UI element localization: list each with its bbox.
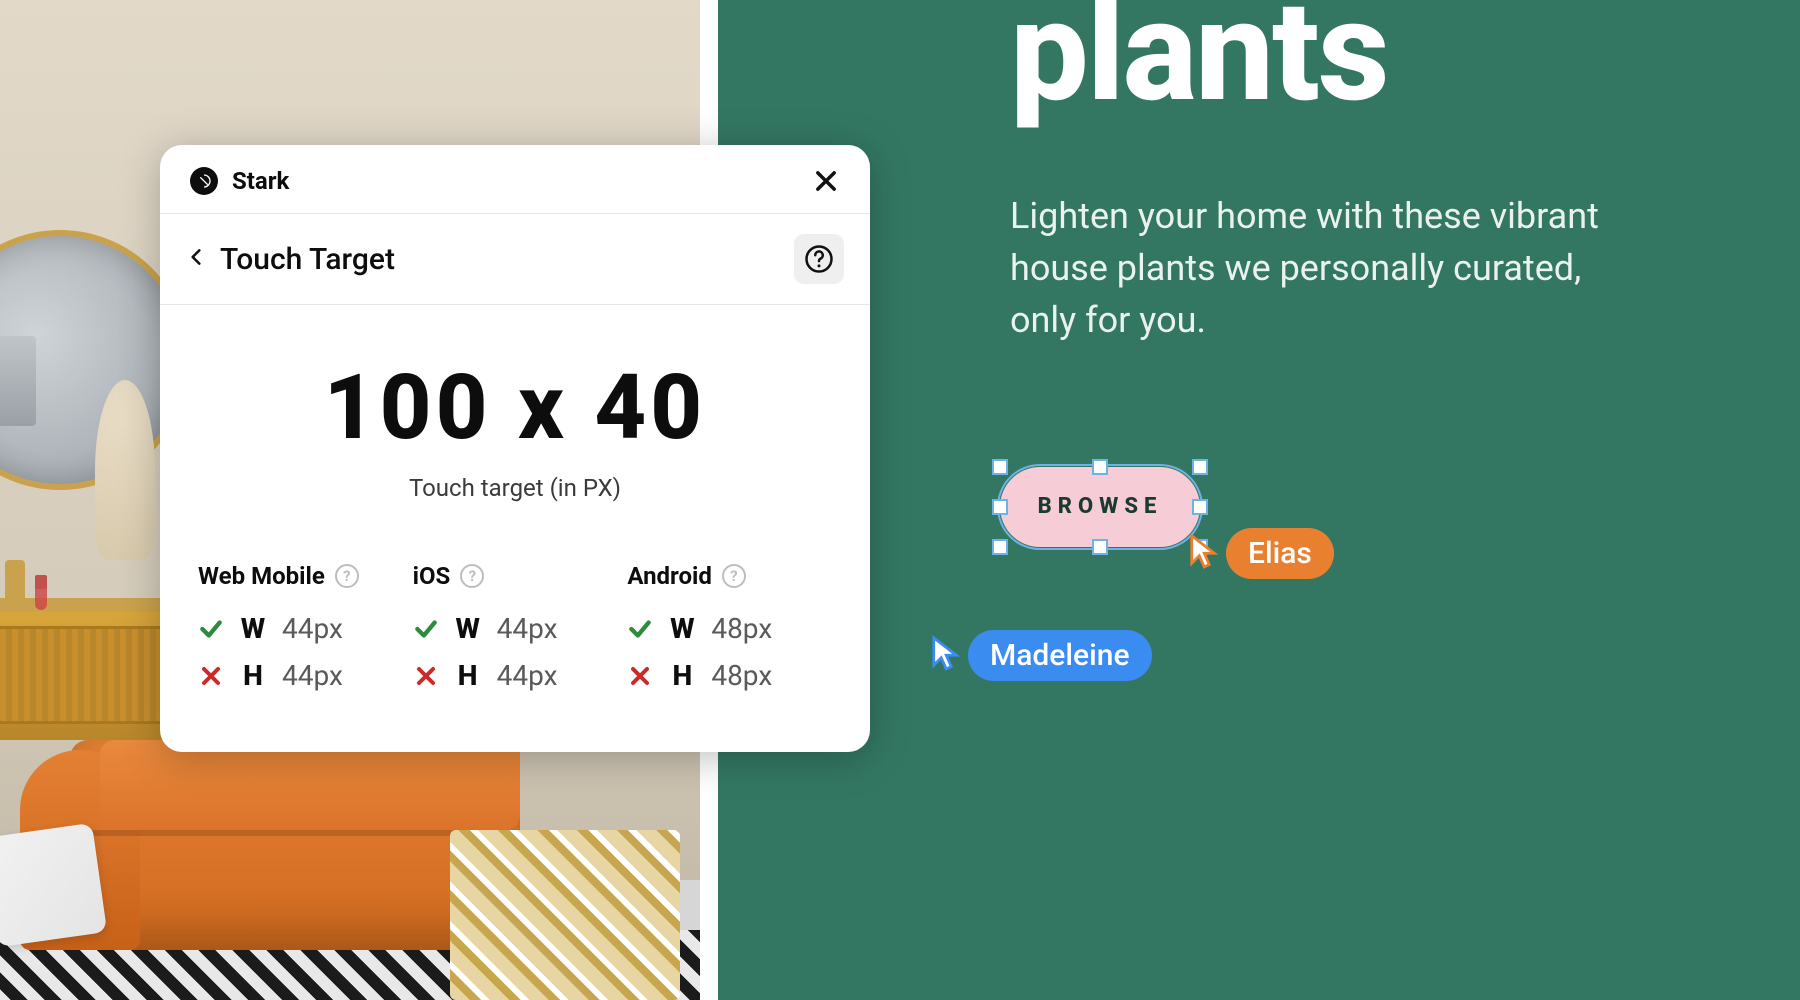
breadcrumb[interactable]: Touch Target	[186, 242, 395, 277]
browse-button[interactable]: BROWSE	[1000, 467, 1200, 547]
dialog-brand: Stark	[190, 167, 289, 195]
collaborator-cursor-elias: Elias	[1188, 528, 1334, 579]
help-icon[interactable]: ?	[335, 564, 359, 588]
hero-title: plants	[1010, 0, 1388, 134]
pillow	[0, 823, 107, 947]
browse-button-selection[interactable]: BROWSE	[1000, 467, 1200, 547]
height-label: H	[667, 659, 697, 692]
resize-handle-mid-left[interactable]	[992, 499, 1008, 515]
height-row: H 48px	[627, 659, 832, 692]
resize-handle-bottom-left[interactable]	[992, 539, 1008, 555]
resize-handle-top-left[interactable]	[992, 459, 1008, 475]
side-table	[450, 830, 680, 1000]
cursor-arrow-icon	[1188, 533, 1218, 575]
resize-handle-top-right[interactable]	[1192, 459, 1208, 475]
close-button[interactable]	[812, 167, 840, 195]
cursor-arrow-icon	[930, 635, 960, 677]
help-icon[interactable]: ?	[460, 564, 484, 588]
help-icon[interactable]: ?	[722, 564, 746, 588]
collaborator-cursor-madeleine: Madeleine	[930, 630, 1152, 681]
chevron-left-icon[interactable]	[186, 243, 206, 275]
width-value: 48px	[711, 612, 772, 645]
platform-name: Web Mobile?	[198, 562, 403, 590]
collaborator-name-elias: Elias	[1226, 528, 1334, 579]
collaborator-name-madeleine: Madeleine	[968, 630, 1152, 681]
height-row: H 44px	[413, 659, 618, 692]
platform-requirements-grid: Web Mobile? W 44px H 44px iOS? W 44px H 44px Andro…	[160, 532, 870, 752]
stark-dialog[interactable]: Stark Touch Target 100 x 40 Touch target…	[160, 145, 870, 752]
cross-icon	[413, 664, 439, 688]
height-label: H	[453, 659, 483, 692]
dialog-header: Stark	[160, 145, 870, 213]
check-icon	[413, 616, 439, 642]
breadcrumb-title: Touch Target	[220, 242, 395, 277]
check-icon	[627, 616, 653, 642]
width-value: 44px	[282, 612, 343, 645]
resize-handle-top-center[interactable]	[1092, 459, 1108, 475]
height-value: 44px	[282, 659, 343, 692]
height-label: H	[238, 659, 268, 692]
width-row: W 44px	[413, 612, 618, 645]
stark-logo-icon	[190, 167, 218, 195]
height-value: 44px	[497, 659, 558, 692]
resize-handle-bottom-center[interactable]	[1092, 539, 1108, 555]
pampas-grass	[95, 380, 155, 560]
bottle	[5, 560, 25, 610]
width-label: W	[238, 612, 268, 645]
dialog-subheader: Touch Target	[160, 214, 870, 304]
metric-caption: Touch target (in PX)	[180, 474, 850, 502]
platform-column: Android? W 48px H 48px	[627, 562, 832, 692]
check-icon	[198, 616, 224, 642]
wine-glass	[35, 575, 47, 610]
width-row: W 48px	[627, 612, 832, 645]
platform-column: Web Mobile? W 44px H 44px	[198, 562, 403, 692]
height-row: H 44px	[198, 659, 403, 692]
help-button[interactable]	[794, 234, 844, 284]
touch-target-metric: 100 x 40 Touch target (in PX)	[160, 305, 870, 532]
width-value: 44px	[497, 612, 558, 645]
cross-icon	[198, 664, 224, 688]
close-icon	[812, 167, 840, 195]
resize-handle-mid-right[interactable]	[1192, 499, 1208, 515]
metric-value: 100 x 40	[180, 355, 850, 460]
width-label: W	[667, 612, 697, 645]
dialog-brand-name: Stark	[232, 167, 289, 195]
cross-icon	[627, 664, 653, 688]
width-label: W	[453, 612, 483, 645]
hero-description: Lighten your home with these vibrant hou…	[1010, 190, 1640, 347]
width-row: W 44px	[198, 612, 403, 645]
help-icon	[804, 244, 834, 274]
platform-column: iOS? W 44px H 44px	[413, 562, 618, 692]
height-value: 48px	[711, 659, 772, 692]
platform-name: Android?	[627, 562, 832, 590]
platform-name: iOS?	[413, 562, 618, 590]
